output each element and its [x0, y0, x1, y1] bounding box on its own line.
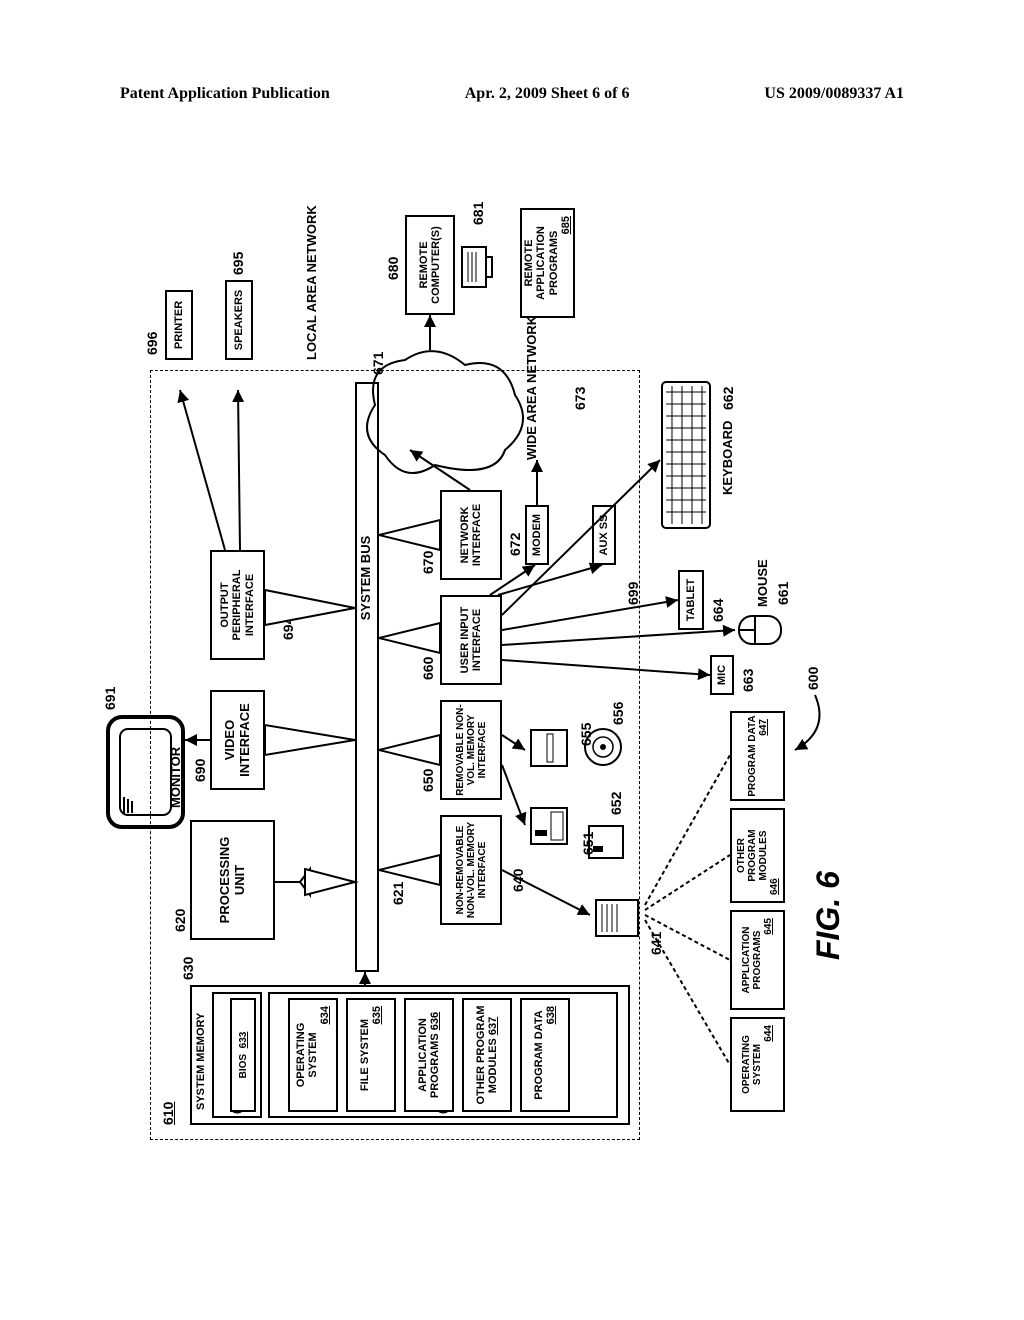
ref-600: 600	[805, 667, 821, 690]
arrows	[130, 150, 900, 1150]
figure-area: 610 SYSTEM MEMORY 630 (ROM) 631 BIOS 633…	[15, 265, 1015, 1035]
header-right: US 2009/0089337 A1	[764, 85, 904, 103]
ref-691: 691	[102, 687, 118, 710]
header-center: Apr. 2, 2009 Sheet 6 of 6	[465, 85, 630, 103]
header-left: Patent Application Publication	[120, 85, 330, 103]
fig-caption: FIG. 6	[810, 871, 847, 960]
diagram-fig6: 610 SYSTEM MEMORY 630 (ROM) 631 BIOS 633…	[130, 150, 900, 1150]
